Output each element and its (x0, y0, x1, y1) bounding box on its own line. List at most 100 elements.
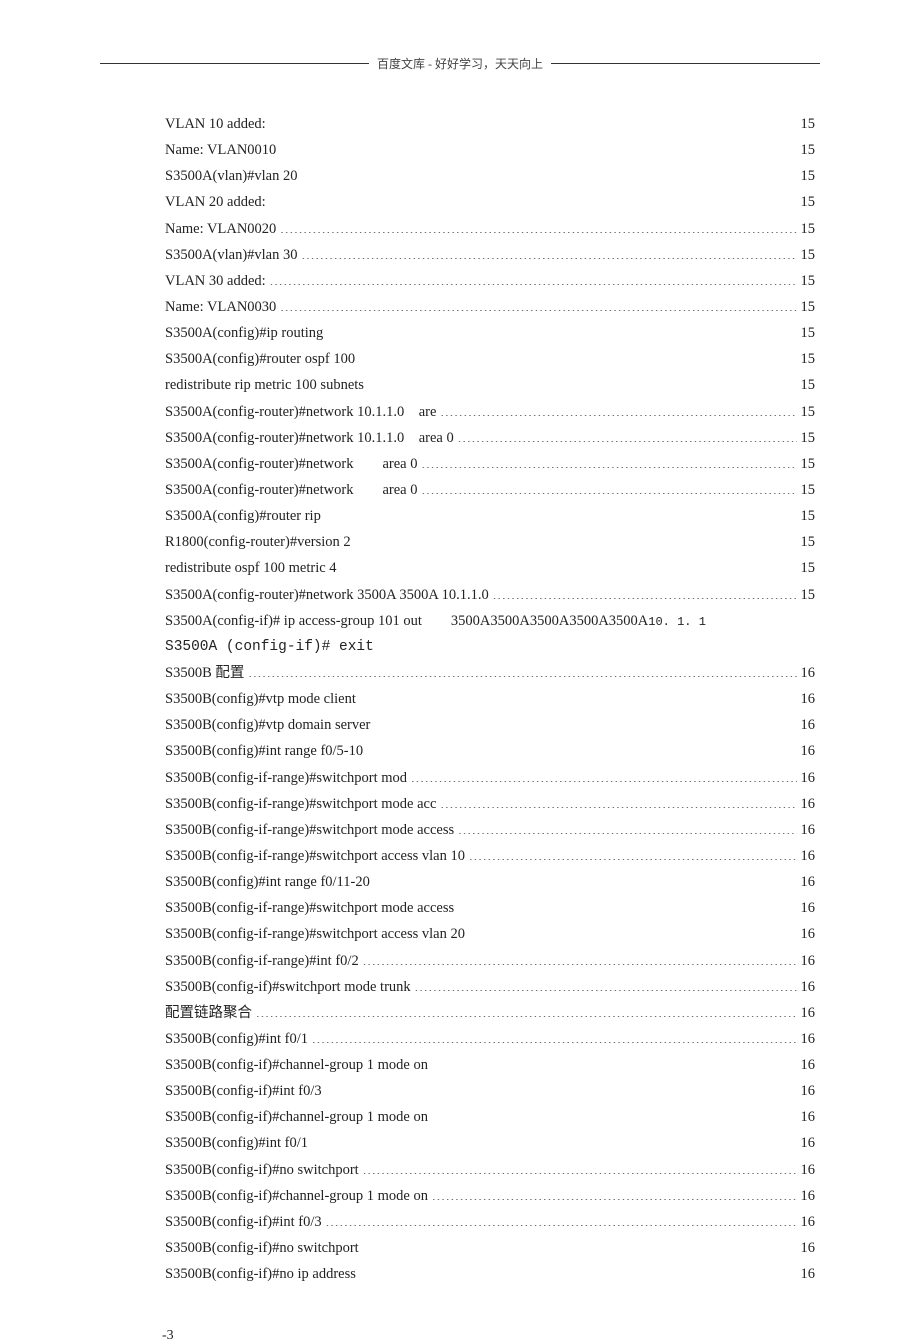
toc-dot-leader (248, 662, 796, 677)
toc-dot-leader (341, 558, 797, 573)
toc-dot-leader (469, 924, 797, 939)
toc-entry-label: S3500A(config)#router ospf 100 (165, 347, 355, 372)
toc-entry: S3500B(config-if-range)#switchport mod16 (165, 766, 815, 791)
toc-dot-leader (421, 453, 796, 468)
toc-entry-page: 16 (801, 1027, 816, 1052)
toc-entry-label: S3500B(config)#vtp domain server (165, 713, 370, 738)
toc-entry: S3500A(config-router)#network 10.1.1.0 a… (165, 400, 815, 425)
toc-entry-page: 15 (801, 138, 816, 163)
toc-entry-label: S3500B(config)#int range f0/11-20 (165, 870, 370, 895)
toc-entry-label: Name: VLAN0030 (165, 295, 276, 320)
toc-entry-label: S3500B(config-if)#no switchport (165, 1158, 359, 1183)
toc-dot-leader (363, 1238, 797, 1253)
toc-entry: S3500A(vlan)#vlan 3015 (165, 243, 815, 268)
toc-dot-leader (411, 767, 796, 782)
toc-entry-page: 16 (801, 1236, 816, 1261)
toc-entry: redistribute ospf 100 metric 415 (165, 556, 815, 581)
toc-dot-leader (363, 950, 797, 965)
toc-entry: S3500A(config)#ip routing15 (165, 321, 815, 346)
toc-dot-leader (415, 976, 797, 991)
toc-dot-leader (270, 114, 797, 129)
toc-entry-label: S3500B(config-if-range)#switchport mode … (165, 818, 454, 843)
toc-entry: S3500B(config-if)#no ip address16 (165, 1262, 815, 1287)
toc-entry: S3500B(config-if)#channel-group 1 mode o… (165, 1184, 815, 1209)
toc-entry-page: 15 (801, 504, 816, 529)
toc-plain-line: S3500A (config-if)# exit (165, 635, 815, 660)
toc-entry-page: 16 (801, 1158, 816, 1183)
toc-entry-page: 16 (801, 1105, 816, 1130)
page-header: 百度文库 - 好好学习，天天向上 (0, 55, 920, 72)
toc-entry-page: 16 (801, 766, 816, 791)
toc-entry-page: 15 (801, 556, 816, 581)
toc-entry-tail: 10. 1. 1 (648, 615, 706, 629)
toc-entry-label: S3500A(config)#ip routing (165, 321, 323, 346)
toc-entry: S3500B 配置 16 (165, 661, 815, 686)
toc-entry: VLAN 10 added:15 (165, 112, 815, 137)
toc-entry: S3500B(config-if-range)#switchport mode … (165, 896, 815, 921)
toc-entry-label: redistribute rip metric 100 subnets (165, 373, 364, 398)
toc-entry-label: 配置链路聚合 (165, 1001, 252, 1026)
header-rule-left (100, 63, 369, 64)
toc-entry-label: S3500B(config-if)#channel-group 1 mode o… (165, 1184, 428, 1209)
toc-entry-page: 16 (801, 661, 816, 686)
toc-dot-leader (458, 898, 796, 913)
toc-entry-page: 16 (801, 844, 816, 869)
toc-entry: R1800(config-router)#version 215 (165, 530, 815, 555)
toc-entry: S3500B(config)#int f0/116 (165, 1131, 815, 1156)
toc-entry: S3500B(config)#vtp domain server16 (165, 713, 815, 738)
toc-entry: VLAN 20 added:15 (165, 190, 815, 215)
toc-entry: S3500B(config)#int range f0/5-1016 (165, 739, 815, 764)
toc-dot-leader (302, 244, 797, 259)
toc-entry-page: 16 (801, 896, 816, 921)
toc-entry-page: 16 (801, 1184, 816, 1209)
toc-entry-label: S3500A(config-router)#network 10.1.1.0 a… (165, 400, 436, 425)
toc-dot-leader (326, 1081, 797, 1096)
toc-dot-leader (493, 584, 797, 599)
toc-entry: S3500B(config-if-range)#switchport acces… (165, 844, 815, 869)
toc-entry: S3500B(config-if)#channel-group 1 mode o… (165, 1053, 815, 1078)
toc-entry-label: S3500B(config-if)#channel-group 1 mode o… (165, 1105, 428, 1130)
toc-entry: S3500B(config-if)#no switchport16 (165, 1236, 815, 1261)
toc-entry-label: S3500B(config-if)#switchport mode trunk (165, 975, 411, 1000)
toc-entry-page: 15 (801, 217, 816, 242)
toc-entry-page: 15 (801, 347, 816, 372)
toc-entry-label: S3500B(config-if-range)#switchport acces… (165, 922, 465, 947)
toc-entry-page: 16 (801, 687, 816, 712)
toc-entry-label: R1800(config-router)#version 2 (165, 530, 351, 555)
toc-entry-page: 15 (801, 452, 816, 477)
toc-entry: 配置链路聚合 16 (165, 1001, 815, 1026)
toc-entry: VLAN 30 added:15 (165, 269, 815, 294)
toc-dot-leader (440, 793, 796, 808)
toc-dot-leader (325, 506, 797, 521)
toc-dot-leader (363, 1159, 797, 1174)
toc-dot-leader (256, 1002, 797, 1017)
toc-entry-page: 15 (801, 426, 816, 451)
toc-dot-leader (327, 323, 796, 338)
toc-entry-label: VLAN 20 added: (165, 190, 266, 215)
toc-entry: Name: VLAN0030 15 (165, 295, 815, 320)
toc-entry-label: S3500B(config-if)#channel-group 1 mode o… (165, 1053, 428, 1078)
toc-dot-leader (302, 166, 797, 181)
toc-entry-label: S3500A(config-router)#network area 0 (165, 452, 417, 477)
toc-entry: S3500A(config-router)#network area 015 (165, 478, 815, 503)
toc-entry-page: 15 (801, 583, 816, 608)
toc-entry-page: 16 (801, 949, 816, 974)
toc-dot-leader (368, 375, 797, 390)
toc-entry-page: 16 (801, 1053, 816, 1078)
toc-entry-page: 15 (801, 373, 816, 398)
toc-entry-label: Name: VLAN0010 (165, 138, 276, 163)
toc-entry-label: Name: VLAN0020 (165, 217, 276, 242)
page-number: -3 (0, 1288, 920, 1344)
toc-entry-page: 15 (801, 295, 816, 320)
toc-entry-label: S3500B(config-if-range)#switchport mode … (165, 792, 436, 817)
toc-entry-page: 15 (801, 164, 816, 189)
toc-entry-label: S3500B(config-if)#no ip address (165, 1262, 356, 1287)
toc-dot-leader (312, 1028, 797, 1043)
toc-entry-label: S3500B(config-if)#int f0/3 (165, 1210, 322, 1235)
toc-entry-label: S3500B(config-if)#int f0/3 (165, 1079, 322, 1104)
toc-entry-label: S3500B 配置 (165, 661, 244, 686)
toc-entry: Name: VLAN0020 15 (165, 217, 815, 242)
document-page: 百度文库 - 好好学习，天天向上 VLAN 10 added:15Name: V… (0, 0, 920, 1344)
toc-entry-page: 16 (801, 1001, 816, 1026)
toc-entry: S3500A(config-router)#network 3500A 3500… (165, 583, 815, 608)
